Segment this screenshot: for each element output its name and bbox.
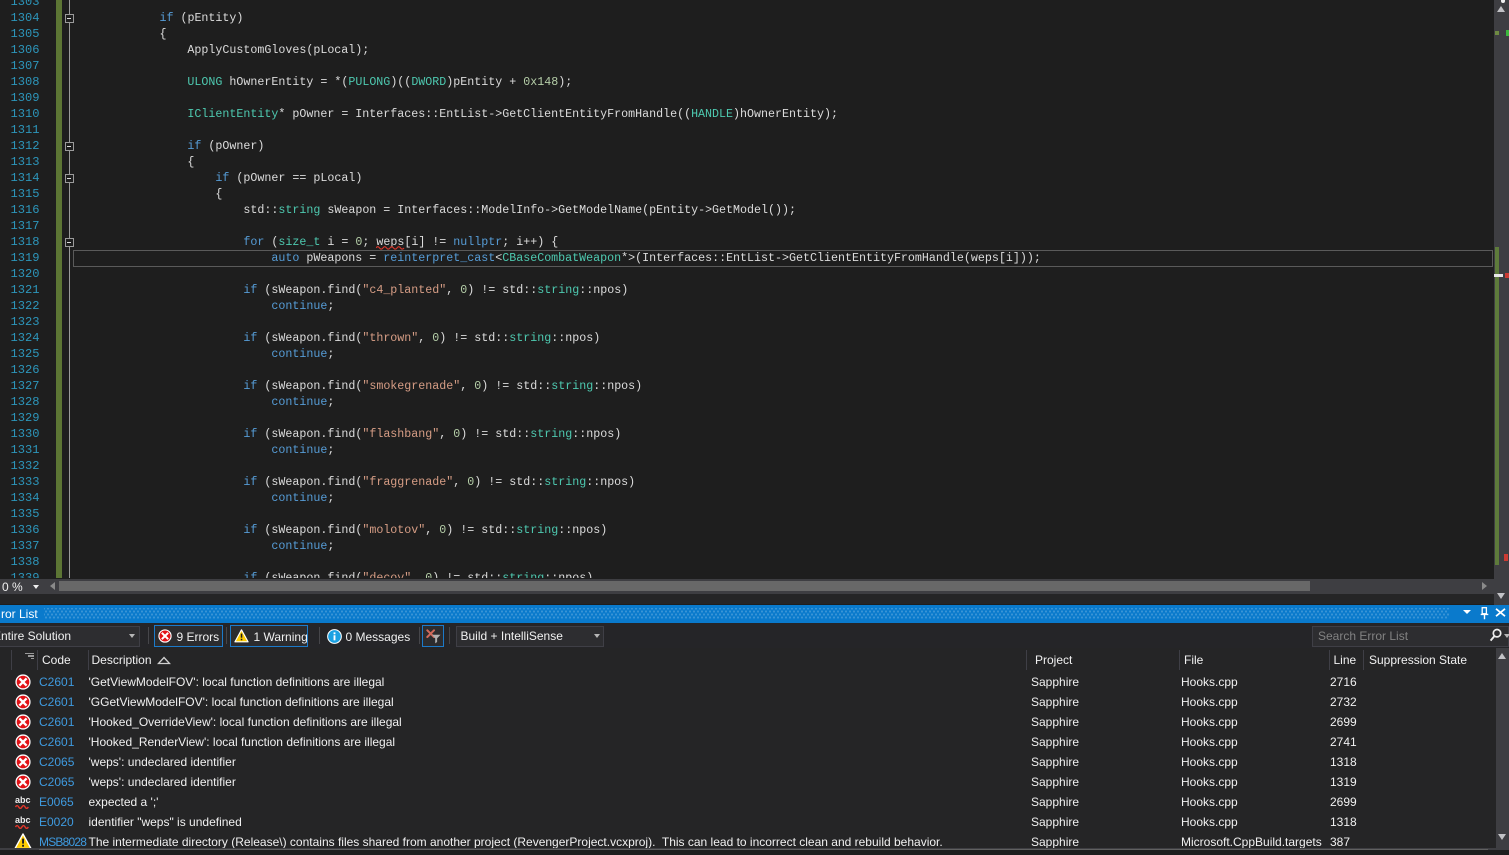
svg-text:abc: abc [15,816,31,825]
svg-text:abc: abc [15,796,31,805]
